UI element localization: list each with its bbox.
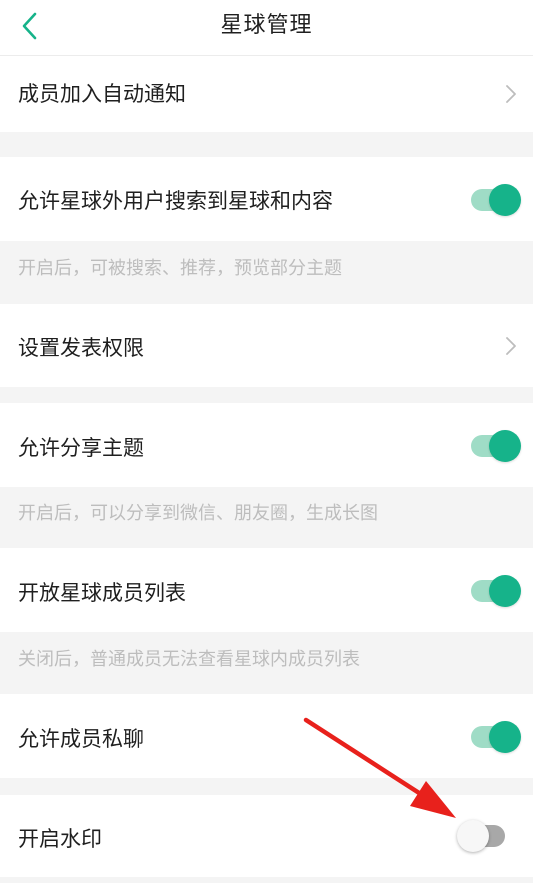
setting-row-member-join-notice[interactable]: 成员加入自动通知 <box>0 56 533 132</box>
allow-private-chat-toggle[interactable] <box>469 720 521 753</box>
setting-label: 成员加入自动通知 <box>18 82 186 106</box>
setting-row-watermark[interactable]: 开启水印 <box>0 795 533 877</box>
chevron-right-icon <box>506 337 516 355</box>
open-member-list-toggle[interactable] <box>469 574 521 607</box>
chevron-right-icon <box>506 85 516 103</box>
open-member-list-hint: 关闭后，普通成员无法查看星球内成员列表 <box>18 649 360 670</box>
allow-external-search-hint: 开启后，可被搜索、推荐，预览部分主题 <box>18 258 342 279</box>
setting-row-allow-private-chat[interactable]: 允许成员私聊 <box>0 694 533 778</box>
setting-label: 允许分享主题 <box>18 436 144 460</box>
allow-external-search-toggle[interactable] <box>469 183 521 216</box>
setting-row-allow-share[interactable]: 允许分享主题 <box>0 403 533 487</box>
toggle-knob <box>489 721 521 753</box>
setting-label: 设置发表权限 <box>18 336 144 360</box>
toggle-knob <box>489 430 521 462</box>
allow-share-toggle[interactable] <box>469 429 521 462</box>
toggle-knob <box>457 820 489 852</box>
toggle-knob <box>489 184 521 216</box>
setting-label: 开放星球成员列表 <box>18 581 186 605</box>
setting-label: 允许星球外用户搜索到星球和内容 <box>18 189 333 213</box>
setting-label: 允许成员私聊 <box>18 727 144 751</box>
setting-label: 开启水印 <box>18 827 102 851</box>
nav-bar: 星球管理 <box>0 0 533 56</box>
toggle-knob <box>489 575 521 607</box>
setting-row-open-member-list[interactable]: 开放星球成员列表 <box>0 548 533 632</box>
setting-row-post-permission[interactable]: 设置发表权限 <box>0 304 533 387</box>
setting-row-allow-external-search[interactable]: 允许星球外用户搜索到星球和内容 <box>0 157 533 241</box>
page-title: 星球管理 <box>220 13 313 38</box>
allow-share-hint: 开启后，可以分享到微信、朋友圈，生成长图 <box>18 503 378 524</box>
watermark-toggle[interactable] <box>457 819 509 852</box>
